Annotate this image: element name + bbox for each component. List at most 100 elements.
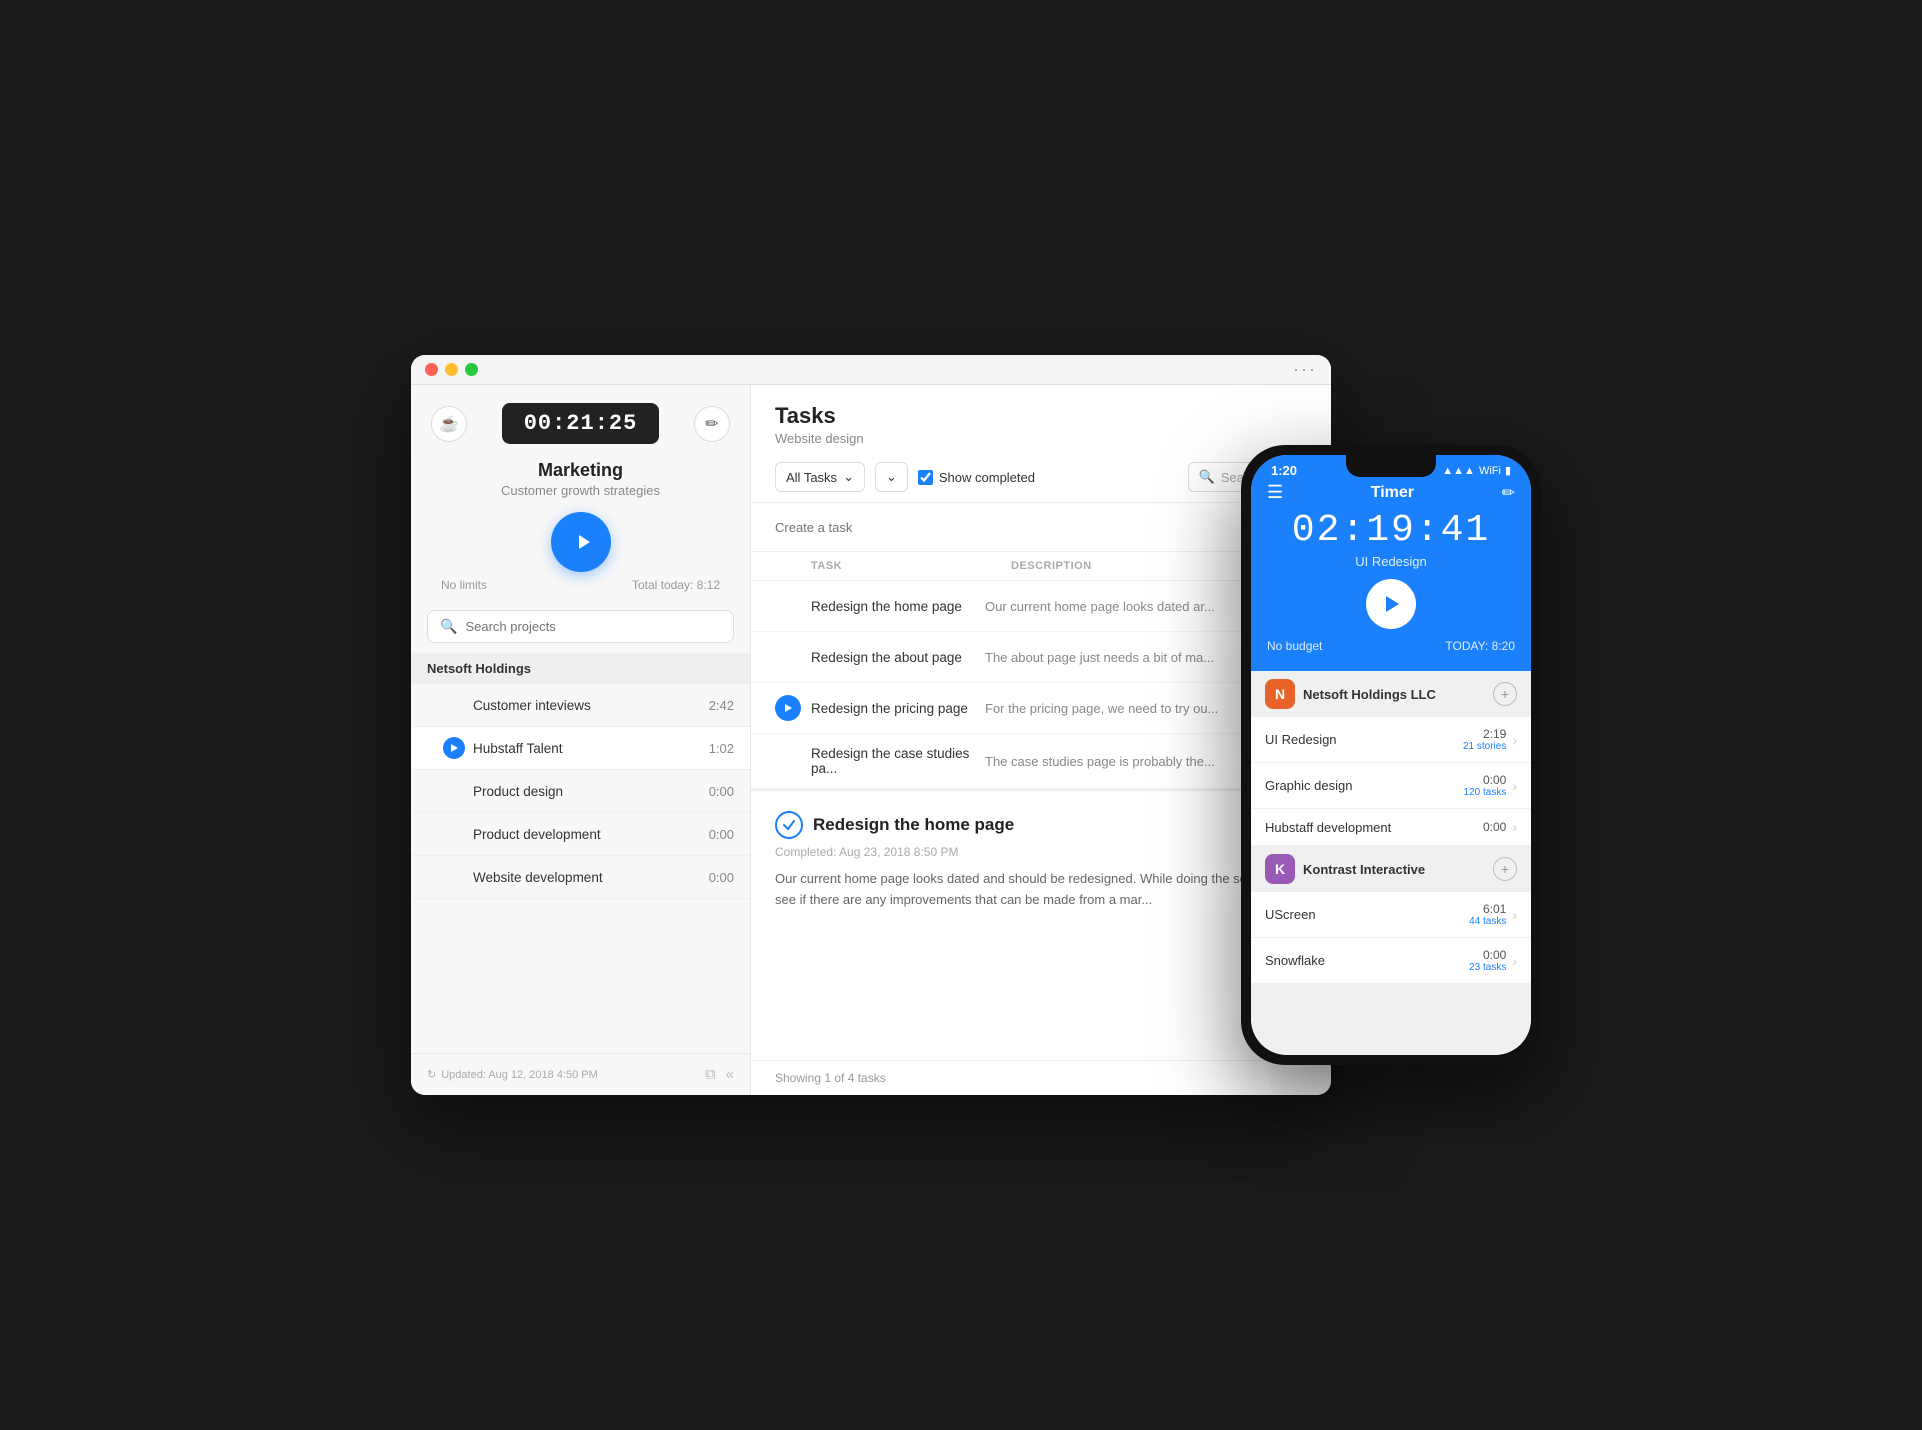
main-header: Tasks Website design <box>751 385 1331 452</box>
phone-timer-display: 02:19:41 <box>1292 509 1490 552</box>
phone-screen: 1:20 ▲▲▲ WiFi ▮ ☰ Timer ✏ 02:19:41 U <box>1251 455 1531 1055</box>
phone-project-right-hdev: 0:00 › <box>1483 819 1517 835</box>
phone-project-right-ui: 2:19 21 stories › <box>1463 727 1517 752</box>
search-bar[interactable]: 🔍 <box>427 610 734 643</box>
show-completed-row: Show completed <box>918 470 1035 485</box>
signal-icon: ▲▲▲ <box>1442 465 1475 477</box>
phone-play-button[interactable] <box>1366 579 1416 629</box>
phone-project-tasks-uscreen: 44 tasks <box>1469 916 1506 927</box>
phone-project-time-uscreen: 6:01 <box>1469 902 1506 916</box>
project-name-dev: Product development <box>473 827 709 842</box>
phone-project-right-graphic: 0:00 120 tasks › <box>1464 773 1517 798</box>
play-button[interactable] <box>551 512 611 572</box>
phone-kontrast-left: K Kontrast Interactive <box>1265 854 1425 884</box>
phone-today-label: TODAY: 8:20 <box>1445 639 1515 653</box>
sidebar-header: ☕ 00:21:25 ✏ <box>411 385 750 454</box>
edit-icon: ✏ <box>705 414 718 434</box>
project-item-dev[interactable]: Product development 0:00 <box>411 813 750 856</box>
chevron-icon-graphic: › <box>1512 778 1517 794</box>
phone-project-snowflake[interactable]: Snowflake 0:00 23 tasks › <box>1251 938 1531 984</box>
phone-project-graphic[interactable]: Graphic design 0:00 120 tasks › <box>1251 763 1531 809</box>
task-detail-title-row: Redesign the home page <box>775 811 1307 839</box>
phone-project-uscreen[interactable]: UScreen 6:01 44 tasks › <box>1251 892 1531 938</box>
main-footer: Showing 1 of 4 tasks <box>751 1060 1331 1095</box>
task-detail-title: Redesign the home page <box>813 815 1014 835</box>
no-limits-label: No limits <box>441 578 487 592</box>
project-icon-placeholder3 <box>443 823 465 845</box>
project-item-design[interactable]: Product design 0:00 <box>411 770 750 813</box>
timer-display: 00:21:25 <box>502 403 660 444</box>
project-name-talent: Hubstaff Talent <box>473 741 709 756</box>
total-today-label: Total today: 8:12 <box>632 578 720 592</box>
phone-timer-project: UI Redesign <box>1355 554 1427 569</box>
chevron-icon-hdev: › <box>1512 819 1517 835</box>
phone-client-row-netsoft: N Netsoft Holdings LLC + <box>1251 671 1531 717</box>
search-projects-input[interactable] <box>465 619 721 634</box>
show-completed-label: Show completed <box>939 470 1035 485</box>
phone-project-time-col-hdev: 0:00 <box>1483 820 1506 834</box>
phone-project-time-graphic: 0:00 <box>1464 773 1507 787</box>
create-task-input[interactable] <box>775 520 1269 535</box>
netsoft-add-button[interactable]: + <box>1493 682 1517 706</box>
task-name-2: Redesign the about page <box>811 650 985 665</box>
project-item[interactable]: Customer inteviews 2:42 <box>411 684 750 727</box>
project-item-webdev[interactable]: Website development 0:00 <box>411 856 750 899</box>
coffee-icon-button[interactable]: ☕ <box>431 406 467 442</box>
phone-wrapper: 1:20 ▲▲▲ WiFi ▮ ☰ Timer ✏ 02:19:41 U <box>1241 445 1541 1065</box>
maximize-button[interactable] <box>465 363 478 376</box>
phone-project-hubstaff-dev[interactable]: Hubstaff development 0:00 › <box>1251 809 1531 846</box>
phone-project-right-snowflake: 0:00 23 tasks › <box>1469 948 1517 973</box>
phone-status-icons: ▲▲▲ WiFi ▮ <box>1442 464 1511 477</box>
show-completed-checkbox[interactable] <box>918 470 933 485</box>
phone-project-name-uscreen: UScreen <box>1265 907 1316 922</box>
phone-project-time-col-snowflake: 0:00 23 tasks <box>1469 948 1506 973</box>
main-title: Tasks <box>775 403 1307 429</box>
phone-project-tasks-snowflake: 23 tasks <box>1469 962 1506 973</box>
phone-edit-icon[interactable]: ✏ <box>1502 483 1515 503</box>
phone-project-ui[interactable]: UI Redesign 2:19 21 stories › <box>1251 717 1531 763</box>
coffee-icon: ☕ <box>439 414 459 434</box>
task-icon-placeholder2 <box>775 644 801 670</box>
kontrast-add-button[interactable]: + <box>1493 857 1517 881</box>
chevron-icon-uscreen: › <box>1512 907 1517 923</box>
col-task-header: TASK <box>811 560 1011 572</box>
wifi-icon: WiFi <box>1479 465 1501 477</box>
phone-no-budget: No budget <box>1267 639 1322 653</box>
secondary-select[interactable]: ⌄ <box>875 462 908 492</box>
netsoft-name: Netsoft Holdings LLC <box>1303 687 1436 702</box>
project-time-talent: 1:02 <box>709 741 734 756</box>
phone-project-time-hdev: 0:00 <box>1483 820 1506 834</box>
filter-icon[interactable]: ⧉ <box>705 1066 716 1083</box>
task-icon-placeholder4 <box>775 748 801 774</box>
collapse-icon[interactable]: « <box>726 1066 734 1083</box>
close-button[interactable] <box>425 363 438 376</box>
kontrast-name: Kontrast Interactive <box>1303 862 1425 877</box>
project-name-design: Product design <box>473 784 709 799</box>
battery-icon: ▮ <box>1505 464 1511 477</box>
phone-notch <box>1346 455 1436 477</box>
kontrast-avatar: K <box>1265 854 1295 884</box>
phone-project-name-ui: UI Redesign <box>1265 732 1337 747</box>
phone-menu-icon[interactable]: ☰ <box>1267 482 1283 503</box>
all-tasks-select[interactable]: All Tasks ⌄ <box>775 462 865 492</box>
phone-status-time: 1:20 <box>1271 463 1297 478</box>
window-menu-icon[interactable]: ··· <box>1293 359 1317 380</box>
phone-project-tasks-ui: 21 stories <box>1463 741 1506 752</box>
project-item-active[interactable]: Hubstaff Talent 1:02 <box>411 727 750 770</box>
footer-updated: ↻ Updated: Aug 12, 2018 4:50 PM <box>427 1068 598 1081</box>
task-play-button-3[interactable] <box>775 695 801 721</box>
task-detail-completed: Completed: Aug 23, 2018 8:50 PM <box>775 845 1307 859</box>
chevron-down-icon: ⌄ <box>843 469 854 485</box>
project-time-design: 0:00 <box>709 784 734 799</box>
traffic-lights <box>425 363 478 376</box>
minimize-button[interactable] <box>445 363 458 376</box>
edit-icon-button[interactable]: ✏ <box>694 406 730 442</box>
project-icon-placeholder2 <box>443 780 465 802</box>
phone-project-time-col-uscreen: 6:01 44 tasks <box>1469 902 1506 927</box>
updated-text: Updated: Aug 12, 2018 4:50 PM <box>441 1069 598 1081</box>
refresh-icon: ↻ <box>427 1068 436 1081</box>
phone-project-tasks-graphic: 120 tasks <box>1464 787 1507 798</box>
chevron-icon-snowflake: › <box>1512 953 1517 969</box>
netsoft-avatar: N <box>1265 679 1295 709</box>
task-detail-icon <box>775 811 803 839</box>
